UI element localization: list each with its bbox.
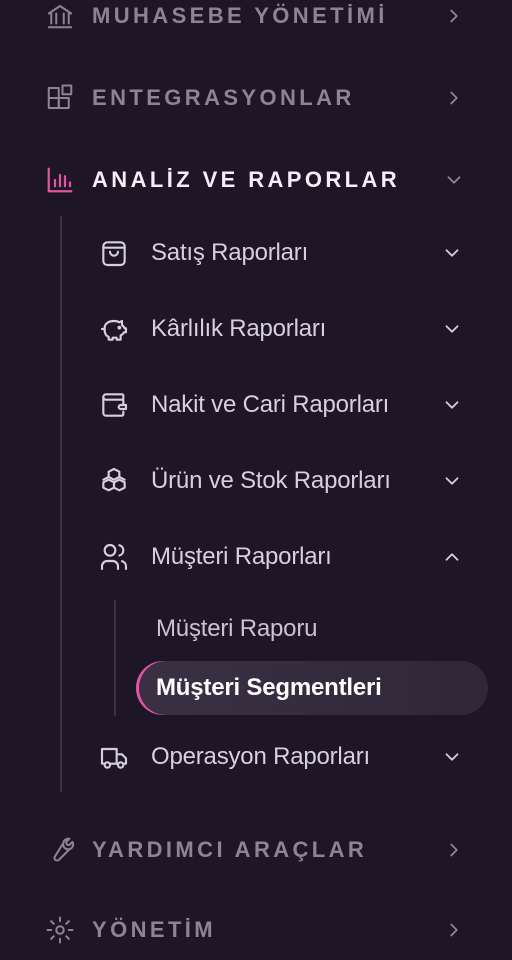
sidebar-section-label: ANALİZ VE RAPORLAR	[92, 167, 401, 192]
sidebar-subitem-label: Müşteri Raporu	[156, 615, 318, 642]
bank-icon	[44, 0, 76, 32]
sidebar-item-satis-raporlari[interactable]: Satış Raporları	[96, 228, 476, 278]
sidebar-section-muhasebe[interactable]: MUHASEBE YÖNETİMİ	[0, 0, 512, 46]
truck-icon	[96, 739, 132, 775]
sidebar-subitem-musteri-raporu[interactable]: Müşteri Raporu	[136, 602, 488, 656]
sidebar-item-nakit-cari-raporlari[interactable]: Nakit ve Cari Raporları	[96, 380, 476, 430]
tree-guide-line	[114, 600, 116, 716]
wallet-icon	[96, 387, 132, 423]
chevron-right-icon	[441, 3, 467, 29]
sidebar-subitem-musteri-segmentleri[interactable]: Müşteri Segmentleri	[136, 661, 488, 715]
sidebar-section-label: MUHASEBE YÖNETİMİ	[92, 3, 388, 28]
gear-icon	[44, 914, 76, 946]
sidebar-section-label: YÖNETİM	[92, 917, 217, 942]
sidebar-item-label: Müşteri Raporları	[151, 543, 332, 570]
chevron-right-icon	[441, 85, 467, 111]
chevron-right-icon	[441, 837, 467, 863]
chevron-up-icon	[439, 544, 465, 570]
sidebar-item-label: Kârlılık Raporları	[151, 315, 327, 342]
sidebar-item-urun-stok-raporlari[interactable]: Ürün ve Stok Raporları	[96, 456, 476, 506]
sidebar-subitem-label: Müşteri Segmentleri	[156, 674, 382, 701]
sidebar-item-operasyon-raporlari[interactable]: Operasyon Raporları	[96, 732, 476, 782]
chevron-down-icon	[439, 240, 465, 266]
chevron-down-icon	[441, 167, 467, 193]
boxes-icon	[96, 463, 132, 499]
bar-chart-icon	[44, 164, 76, 196]
chevron-down-icon	[439, 468, 465, 494]
sidebar-item-label: Satış Raporları	[151, 239, 309, 266]
sidebar-section-label: ENTEGRASYONLAR	[92, 85, 355, 110]
sidebar-item-label: Nakit ve Cari Raporları	[151, 391, 390, 418]
sidebar-section-label: YARDIMCI ARAÇLAR	[92, 837, 368, 862]
chevron-right-icon	[441, 917, 467, 943]
piggy-bank-icon	[96, 311, 132, 347]
chevron-down-icon	[439, 392, 465, 418]
chevron-down-icon	[439, 744, 465, 770]
sidebar-section-yardimci-araclar[interactable]: YARDIMCI ARAÇLAR	[0, 820, 512, 880]
wrench-icon	[44, 834, 76, 866]
tree-guide-line	[60, 216, 62, 792]
sidebar-section-entegrasyonlar[interactable]: ENTEGRASYONLAR	[0, 68, 512, 128]
chevron-down-icon	[439, 316, 465, 342]
users-icon	[96, 539, 132, 575]
sidebar-item-label: Operasyon Raporları	[151, 743, 370, 770]
apps-grid-icon	[44, 82, 76, 114]
sidebar-item-label: Ürün ve Stok Raporları	[151, 467, 391, 494]
sidebar-item-musteri-raporlari[interactable]: Müşteri Raporları	[96, 532, 476, 582]
sidebar-section-yonetim[interactable]: YÖNETİM	[0, 900, 512, 960]
sidebar-section-analiz[interactable]: ANALİZ VE RAPORLAR	[0, 150, 512, 210]
sidebar-item-karlilik-raporlari[interactable]: Kârlılık Raporları	[96, 304, 476, 354]
shopping-bag-icon	[96, 235, 132, 271]
